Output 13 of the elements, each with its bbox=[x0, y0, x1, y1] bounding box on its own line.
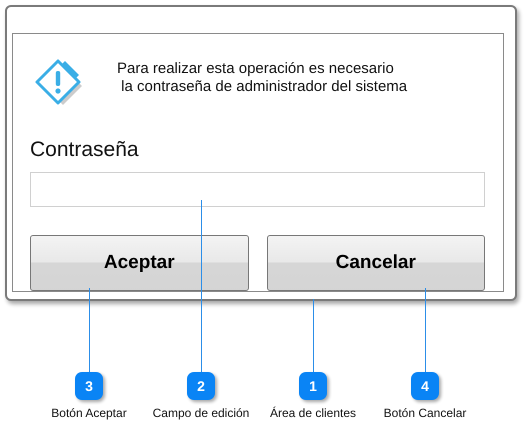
callout-label: Botón Cancelar bbox=[382, 406, 468, 420]
accept-button[interactable]: Aceptar bbox=[30, 235, 248, 291]
callout-label: Campo de edición bbox=[152, 406, 250, 420]
message-text: Para realizar esta operación es necesario la contraseña de administrador del sistema bbox=[117, 60, 408, 96]
password-field[interactable] bbox=[30, 172, 485, 207]
callout-label: Botón Aceptar bbox=[50, 406, 128, 420]
callout-badge: 4 bbox=[411, 372, 439, 400]
cancel-button[interactable]: Cancelar bbox=[266, 235, 485, 291]
password-label: Contraseña bbox=[30, 138, 140, 163]
callout-badge: 3 bbox=[75, 372, 103, 400]
callout-badge: 1 bbox=[299, 372, 327, 400]
callout-badge: 2 bbox=[187, 372, 215, 400]
callout-label: Área de clientes bbox=[268, 406, 358, 420]
